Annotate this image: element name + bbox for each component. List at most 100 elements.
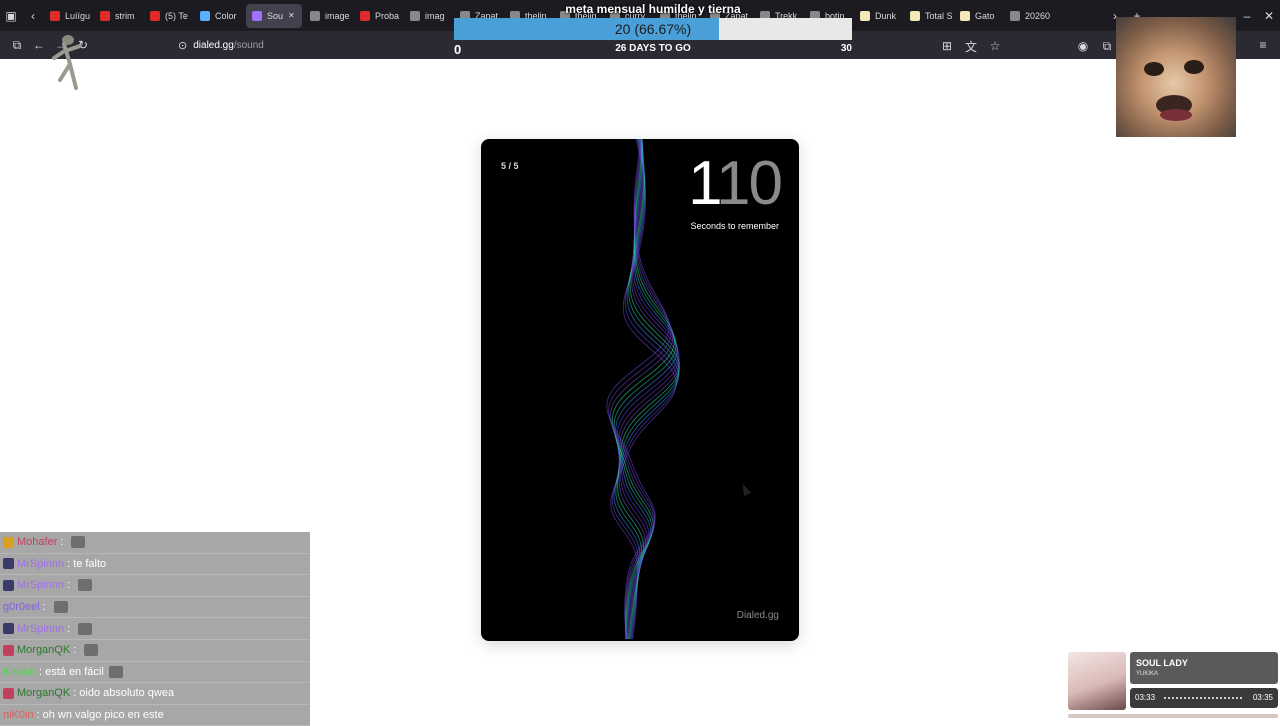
tab-favicon-icon xyxy=(150,10,160,21)
tab[interactable]: Sou ✕ xyxy=(246,3,302,28)
chat-separator: : xyxy=(67,622,71,635)
chat-text: te falto xyxy=(73,557,107,570)
chat-message: Mohafer : xyxy=(0,532,310,554)
tab-favicon-icon xyxy=(960,10,970,21)
timer-label: Seconds to remember xyxy=(690,221,779,231)
chat-text: está en fácil xyxy=(45,665,104,678)
chat-message: g0r0eel : xyxy=(0,596,310,619)
chat-emote-icon xyxy=(71,536,86,549)
chat-message: MrSpinnn : te falto xyxy=(0,553,310,576)
chat-username: MorganQK xyxy=(17,687,71,700)
dog-face-image xyxy=(1144,60,1204,121)
tab-favicon-icon xyxy=(200,10,210,21)
tab[interactable]: Total S xyxy=(904,0,954,31)
wave-line xyxy=(617,139,680,640)
account-icon[interactable]: ◉ xyxy=(1072,35,1094,57)
tab-favicon-icon xyxy=(50,10,60,21)
chat-username: niK0in xyxy=(3,709,34,722)
tab-label: Proba xyxy=(375,10,400,21)
close-tab-icon[interactable]: ✕ xyxy=(288,11,295,20)
webcam-overlay xyxy=(1116,17,1236,137)
stream-chat: Mohafer : MrSpinnn : te falto MrSpinnn : g0r… xyxy=(0,532,310,726)
track-title: SOUL LADY xyxy=(1136,658,1188,668)
page-actions: ⊞ 文 ☆ xyxy=(936,35,1006,57)
tab-favicon-icon xyxy=(360,10,370,21)
tab-favicon-icon xyxy=(252,10,262,21)
tab-favicon-icon xyxy=(860,10,870,21)
chat-username: g0r0eel xyxy=(3,601,40,614)
chat-badge-icon xyxy=(3,623,14,635)
tab[interactable]: Dunk xyxy=(854,0,904,31)
tab-favicon-icon xyxy=(410,10,420,21)
bookmark-star-icon[interactable]: ☆ xyxy=(984,35,1006,57)
brand-logo: Dialed.gg xyxy=(736,610,779,621)
chat-separator: : xyxy=(67,557,71,570)
chat-message: MrSpinnn : xyxy=(0,575,310,597)
site-info-icon[interactable]: ⊙ xyxy=(178,39,187,52)
tab-label: imag xyxy=(425,10,445,21)
chat-badge-icon xyxy=(3,536,14,548)
chat-badge-icon xyxy=(3,558,14,570)
translate-icon[interactable]: 文 xyxy=(960,35,982,57)
chat-emote-icon xyxy=(108,665,123,678)
now-playing-widget: SOUL LADY YUKIKA 03:33 03:35 xyxy=(1068,652,1280,712)
tab-label: strim xyxy=(115,10,135,21)
tab[interactable]: Color xyxy=(194,0,244,31)
tab[interactable]: strim xyxy=(94,0,144,31)
menu-icon[interactable]: ≡ xyxy=(1252,34,1274,56)
tab-label: Total S xyxy=(925,10,953,21)
chat-text: oh wn valgo pico en este xyxy=(42,709,164,722)
chat-username: MrSpinnn xyxy=(17,557,65,570)
chat-username: MrSpinnn xyxy=(17,622,65,635)
chat-separator: : xyxy=(67,579,71,592)
tab-label: Luíígu xyxy=(65,10,91,21)
tab-favicon-icon xyxy=(1010,10,1020,21)
tab-label: Color xyxy=(215,10,237,21)
chat-message: MorganQK : xyxy=(0,639,310,662)
chat-badge-icon xyxy=(3,644,14,656)
chat-message: MrSpinnn : xyxy=(0,618,310,640)
extensions-icon[interactable]: ⧉ xyxy=(1096,35,1118,57)
goal-title: meta mensual humilde y tierna xyxy=(565,2,741,16)
tab-label: Dunk xyxy=(875,10,897,21)
save-page-icon[interactable]: ⊞ xyxy=(936,35,958,57)
url-path: /sound xyxy=(233,39,264,51)
tab-label: Gato xyxy=(975,10,995,21)
track-progress-dots xyxy=(1164,697,1244,699)
music-progress-line xyxy=(1068,714,1278,718)
minimize-icon[interactable]: – xyxy=(1236,5,1258,27)
chat-username: MorganQK xyxy=(17,644,71,657)
tab[interactable]: (5) Te xyxy=(144,0,194,31)
track-artist: YUKIKA xyxy=(1136,671,1159,677)
album-art xyxy=(1068,652,1126,710)
chat-badge-icon xyxy=(3,579,14,591)
chat-separator: : xyxy=(36,709,40,722)
close-window-icon[interactable]: ✕ xyxy=(1258,5,1280,27)
tab-label: image xyxy=(325,10,350,21)
tab[interactable]: image xyxy=(304,0,354,31)
toolbar-actions: ◉ ⧉ xyxy=(1072,35,1118,57)
track-info: SOUL LADY YUKIKA xyxy=(1130,652,1278,684)
tab-favicon-icon xyxy=(100,10,110,21)
timer-dim: 10 xyxy=(716,149,783,218)
tab[interactable]: Gato xyxy=(954,0,1004,31)
tab[interactable]: Luíígu xyxy=(44,0,94,31)
chat-emote-icon xyxy=(84,644,99,657)
tab[interactable]: imag xyxy=(404,0,454,31)
url-domain: dialed.gg xyxy=(193,39,234,51)
tab-favicon-icon xyxy=(310,10,320,21)
tab[interactable]: 20260 xyxy=(1004,0,1054,31)
sidebar-toggle-icon[interactable]: ▣ xyxy=(0,5,22,27)
tab[interactable]: Proba xyxy=(354,0,404,31)
goal-max: 30 xyxy=(840,43,852,54)
dancing-figure-overlay xyxy=(52,35,82,90)
chat-emote-icon xyxy=(78,579,93,592)
tab-scroll-left-icon[interactable]: ‹ xyxy=(22,5,44,27)
chat-badge-icon xyxy=(3,687,14,699)
dialed-game-card: 5 / 5 110 Seconds to remember Dialed.gg xyxy=(481,139,799,641)
countdown-timer: 110 xyxy=(688,149,783,218)
goal-days-left: 26 DAYS TO GO xyxy=(615,43,691,54)
goal-progress-label: 20 (66.67%) xyxy=(614,21,692,37)
sidebar-icon[interactable]: ⧉ xyxy=(6,34,28,56)
track-total-time: 03:35 xyxy=(1252,693,1273,702)
